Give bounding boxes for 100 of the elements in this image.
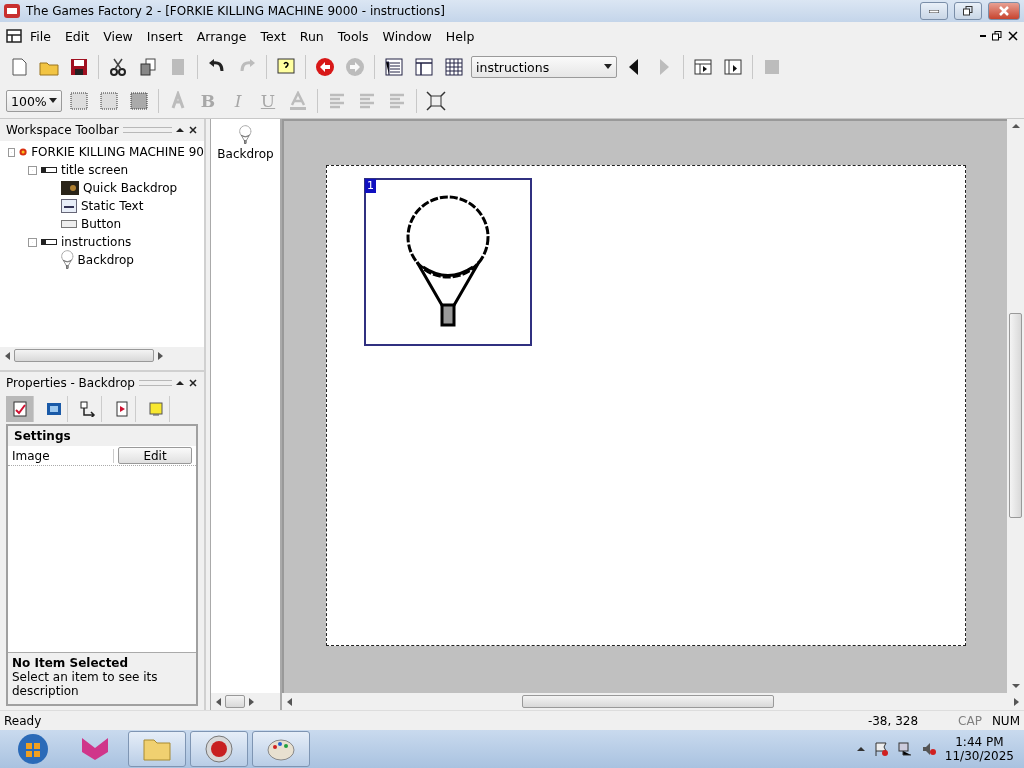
menu-item[interactable]: Window: [376, 26, 438, 46]
dropdown[interactable]: 100%: [6, 90, 62, 112]
tree-item[interactable]: Backdrop: [77, 253, 134, 267]
tree-item[interactable]: title screen: [61, 163, 129, 177]
align-icon: [327, 91, 347, 111]
property-tab[interactable]: [6, 396, 34, 422]
object-number: 1: [365, 179, 376, 193]
restore-button[interactable]: [954, 2, 982, 20]
restore-icon: [963, 6, 973, 16]
window-layout-icon: [414, 57, 434, 77]
horizontal-scrollbar[interactable]: [211, 693, 280, 710]
grid-icon: [444, 57, 464, 77]
palette-icon: [266, 736, 296, 762]
grid-pattern-icon: [99, 91, 119, 111]
clock-time: 1:44 PM: [955, 735, 1004, 749]
grid-pattern-icon: [129, 91, 149, 111]
tree-item[interactable]: Quick Backdrop: [83, 181, 178, 195]
menu-item[interactable]: View: [97, 26, 139, 46]
stop-icon: [762, 57, 782, 77]
collapse-toggle[interactable]: [28, 237, 37, 247]
play-table-icon: [693, 57, 713, 77]
edit-button[interactable]: Edit: [118, 447, 192, 464]
key-indicator: CAP: [958, 713, 982, 728]
status-message: Ready: [4, 713, 42, 728]
copy-icon: [138, 57, 158, 77]
tray-arrow-icon: [856, 746, 865, 752]
folder-icon: [142, 736, 172, 762]
save-icon: [69, 57, 89, 77]
scroll-right-icon: [249, 697, 255, 706]
close-icon: [1008, 31, 1018, 41]
restore-icon: [992, 31, 1002, 41]
scissors-icon: [108, 57, 128, 77]
menu-item[interactable]: Edit: [58, 26, 96, 46]
menu-item[interactable]: File: [24, 26, 57, 46]
property-name: Image: [8, 448, 114, 463]
document-icon: [113, 401, 130, 417]
tree-item[interactable]: Button: [81, 217, 122, 231]
taskbar-app[interactable]: [128, 731, 186, 767]
collapse-icon: [176, 127, 184, 133]
close-button[interactable]: [988, 2, 1020, 20]
scroll-down-icon: [1011, 683, 1020, 689]
menu-item[interactable]: Arrange: [190, 26, 253, 46]
section-header: Settings: [8, 426, 196, 446]
help-icon: [276, 57, 296, 77]
button-object-icon: [61, 219, 77, 229]
app-logo-icon: [4, 4, 20, 18]
grid-pattern-icon: [69, 91, 89, 111]
taskbar-app[interactable]: [190, 731, 248, 767]
object-item[interactable]: Backdrop: [217, 146, 274, 161]
close-icon: [999, 6, 1009, 16]
scroll-left-icon: [286, 697, 292, 706]
dropdown[interactable]: instructions: [471, 56, 617, 78]
flag-icon: [872, 741, 889, 757]
collapse-toggle[interactable]: [8, 147, 15, 157]
minimize-button[interactable]: [920, 2, 948, 20]
menu-item[interactable]: Insert: [140, 26, 189, 46]
scroll-left-icon: [4, 351, 10, 360]
menu-item[interactable]: Text: [254, 26, 292, 46]
list-view-icon: [384, 57, 404, 77]
caret-icon: [49, 98, 57, 104]
help-title: No Item Selected: [12, 656, 130, 670]
menu-item[interactable]: Run: [293, 26, 330, 46]
collapse-toggle[interactable]: [28, 165, 37, 175]
play-frame-icon: [723, 57, 743, 77]
scroll-right-icon: [1014, 697, 1020, 706]
key-indicator: NUM: [991, 713, 1020, 728]
balloon-icon: [239, 125, 252, 145]
minimize-icon: [980, 35, 986, 37]
coordinates: -38, 328: [867, 713, 919, 728]
checklist-icon: [11, 401, 28, 417]
document-menu-icon: [6, 29, 22, 43]
balloon-icon: [61, 250, 74, 270]
panel-title: Properties - Backdrop: [6, 376, 135, 390]
menu-item[interactable]: Tools: [331, 26, 375, 46]
move-icon: [79, 401, 96, 417]
scroll-up-icon: [1011, 123, 1020, 129]
tree-item[interactable]: FORKIE KILLING MACHINE 90: [31, 145, 204, 159]
text-object-icon: [61, 199, 77, 213]
minimize-icon: [929, 9, 939, 13]
note-icon: [147, 401, 164, 417]
frame-icon: [41, 166, 57, 174]
frame-icon: [41, 238, 57, 246]
collapse-icon: [176, 380, 184, 386]
close-icon: [188, 125, 198, 135]
help-text: Select an item to see its description: [12, 670, 159, 698]
speaker-muted-icon: [920, 741, 937, 757]
start-orb-icon: [17, 733, 49, 765]
clock-date: 11/30/2025: [944, 749, 1014, 763]
selection-frame[interactable]: 1: [364, 178, 532, 346]
align-icon: [387, 91, 407, 111]
taskbar-app[interactable]: [252, 731, 310, 767]
window-title: The Games Factory 2 - [FORKIE KILLING MACHINE 9000 - instructions]: [26, 4, 446, 18]
close-icon: [188, 378, 198, 388]
menu-item[interactable]: Help: [439, 26, 481, 46]
fox-icon: [80, 736, 110, 762]
tree-item[interactable]: Static Text: [81, 199, 144, 213]
monitor-icon: [45, 401, 62, 417]
scroll-right-icon: [158, 351, 164, 360]
tree-item[interactable]: instructions: [61, 235, 132, 249]
text-color-icon: [288, 91, 308, 111]
